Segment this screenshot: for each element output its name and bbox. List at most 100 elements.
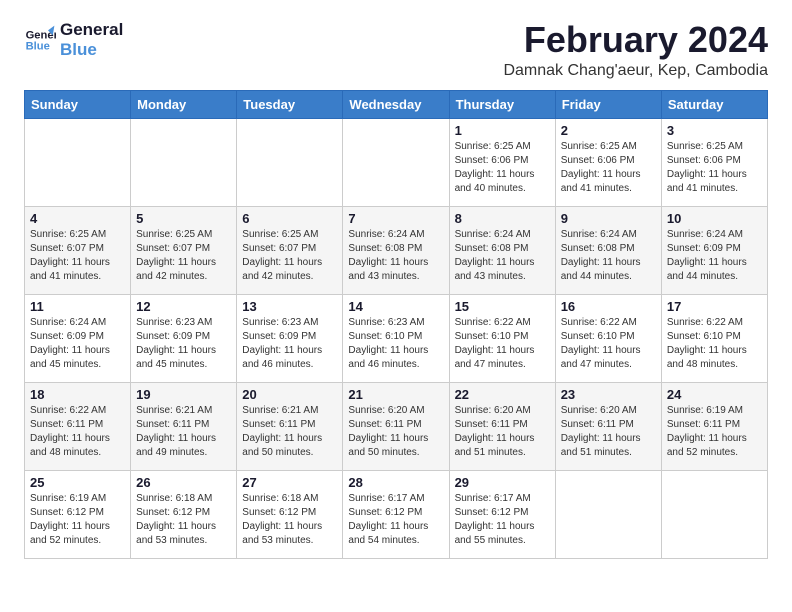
day-number: 6 <box>242 211 337 226</box>
calendar-week-4: 18 Sunrise: 6:22 AM Sunset: 6:11 PM Dayli… <box>25 382 768 470</box>
day-info: Sunrise: 6:24 AM Sunset: 6:09 PM Dayligh… <box>30 316 125 372</box>
calendar-day-22: 22 Sunrise: 6:20 AM Sunset: 6:11 PM Dayli… <box>449 382 555 470</box>
calendar-day-29: 29 Sunrise: 6:17 AM Sunset: 6:12 PM Dayli… <box>449 470 555 558</box>
calendar-day-13: 13 Sunrise: 6:23 AM Sunset: 6:09 PM Dayli… <box>237 294 343 382</box>
day-number: 25 <box>30 475 125 490</box>
calendar-day-1: 1 Sunrise: 6:25 AM Sunset: 6:06 PM Daylig… <box>449 118 555 206</box>
calendar-day-5: 5 Sunrise: 6:25 AM Sunset: 6:07 PM Daylig… <box>131 206 237 294</box>
day-number: 23 <box>561 387 656 402</box>
header-wednesday: Wednesday <box>343 90 449 118</box>
day-info: Sunrise: 6:18 AM Sunset: 6:12 PM Dayligh… <box>136 492 231 548</box>
day-number: 29 <box>455 475 550 490</box>
day-number: 10 <box>667 211 762 226</box>
calendar-day-2: 2Sunrise: 6:25 AM Sunset: 6:06 PM Daylig… <box>555 118 661 206</box>
day-number: 18 <box>30 387 125 402</box>
day-info: Sunrise: 6:19 AM Sunset: 6:11 PM Dayligh… <box>667 404 762 460</box>
day-info: Sunrise: 6:25 AM Sunset: 6:06 PM Dayligh… <box>455 140 550 196</box>
day-info: Sunrise: 6:23 AM Sunset: 6:09 PM Dayligh… <box>136 316 231 372</box>
day-number: 17 <box>667 299 762 314</box>
day-number: 9 <box>561 211 656 226</box>
day-info: Sunrise: 6:22 AM Sunset: 6:10 PM Dayligh… <box>455 316 550 372</box>
day-number: 22 <box>455 387 550 402</box>
day-info: Sunrise: 6:24 AM Sunset: 6:08 PM Dayligh… <box>561 228 656 284</box>
calendar-day-24: 24 Sunrise: 6:19 AM Sunset: 6:11 PM Dayli… <box>661 382 767 470</box>
calendar-day-7: 7Sunrise: 6:24 AM Sunset: 6:08 PM Daylig… <box>343 206 449 294</box>
day-info: Sunrise: 6:25 AM Sunset: 6:06 PM Dayligh… <box>561 140 656 196</box>
calendar-day-17: 17 Sunrise: 6:22 AM Sunset: 6:10 PM Dayli… <box>661 294 767 382</box>
day-number: 21 <box>348 387 443 402</box>
calendar-day-14: 14Sunrise: 6:23 AM Sunset: 6:10 PM Dayli… <box>343 294 449 382</box>
day-info: Sunrise: 6:18 AM Sunset: 6:12 PM Dayligh… <box>242 492 337 548</box>
day-number: 3 <box>667 123 762 138</box>
header-saturday: Saturday <box>661 90 767 118</box>
header-monday: Monday <box>131 90 237 118</box>
day-info: Sunrise: 6:17 AM Sunset: 6:12 PM Dayligh… <box>348 492 443 548</box>
day-number: 5 <box>136 211 231 226</box>
empty-cell <box>555 470 661 558</box>
header: General Blue General Blue February 2024 … <box>24 20 768 80</box>
day-info: Sunrise: 6:20 AM Sunset: 6:11 PM Dayligh… <box>455 404 550 460</box>
calendar-day-12: 12 Sunrise: 6:23 AM Sunset: 6:09 PM Dayli… <box>131 294 237 382</box>
logo-text-line1: General <box>60 20 123 40</box>
day-number: 4 <box>30 211 125 226</box>
empty-cell <box>131 118 237 206</box>
day-number: 7 <box>348 211 443 226</box>
day-number: 16 <box>561 299 656 314</box>
day-info: Sunrise: 6:22 AM Sunset: 6:10 PM Dayligh… <box>667 316 762 372</box>
empty-cell <box>343 118 449 206</box>
day-info: Sunrise: 6:22 AM Sunset: 6:11 PM Dayligh… <box>30 404 125 460</box>
logo-icon: General Blue <box>24 24 56 56</box>
day-info: Sunrise: 6:20 AM Sunset: 6:11 PM Dayligh… <box>561 404 656 460</box>
subtitle: Damnak Chang'aeur, Kep, Cambodia <box>503 62 768 80</box>
calendar-day-25: 25 Sunrise: 6:19 AM Sunset: 6:12 PM Dayli… <box>25 470 131 558</box>
day-info: Sunrise: 6:23 AM Sunset: 6:09 PM Dayligh… <box>242 316 337 372</box>
day-number: 20 <box>242 387 337 402</box>
calendar-day-8: 8 Sunrise: 6:24 AM Sunset: 6:08 PM Daylig… <box>449 206 555 294</box>
day-info: Sunrise: 6:21 AM Sunset: 6:11 PM Dayligh… <box>242 404 337 460</box>
day-number: 8 <box>455 211 550 226</box>
calendar-day-3: 3 Sunrise: 6:25 AM Sunset: 6:06 PM Daylig… <box>661 118 767 206</box>
day-info: Sunrise: 6:20 AM Sunset: 6:11 PM Dayligh… <box>348 404 443 460</box>
day-info: Sunrise: 6:25 AM Sunset: 6:06 PM Dayligh… <box>667 140 762 196</box>
day-number: 24 <box>667 387 762 402</box>
calendar-day-27: 27Sunrise: 6:18 AM Sunset: 6:12 PM Dayli… <box>237 470 343 558</box>
day-number: 12 <box>136 299 231 314</box>
day-number: 26 <box>136 475 231 490</box>
day-info: Sunrise: 6:23 AM Sunset: 6:10 PM Dayligh… <box>348 316 443 372</box>
calendar-day-19: 19Sunrise: 6:21 AM Sunset: 6:11 PM Dayli… <box>131 382 237 470</box>
calendar-day-28: 28 Sunrise: 6:17 AM Sunset: 6:12 PM Dayli… <box>343 470 449 558</box>
calendar-day-9: 9 Sunrise: 6:24 AM Sunset: 6:08 PM Daylig… <box>555 206 661 294</box>
day-number: 11 <box>30 299 125 314</box>
empty-cell <box>237 118 343 206</box>
logo-text-line2: Blue <box>60 40 123 60</box>
day-info: Sunrise: 6:17 AM Sunset: 6:12 PM Dayligh… <box>455 492 550 548</box>
calendar-day-6: 6Sunrise: 6:25 AM Sunset: 6:07 PM Daylig… <box>237 206 343 294</box>
header-thursday: Thursday <box>449 90 555 118</box>
calendar-day-21: 21 Sunrise: 6:20 AM Sunset: 6:11 PM Dayli… <box>343 382 449 470</box>
day-info: Sunrise: 6:24 AM Sunset: 6:09 PM Dayligh… <box>667 228 762 284</box>
day-info: Sunrise: 6:19 AM Sunset: 6:12 PM Dayligh… <box>30 492 125 548</box>
calendar-day-20: 20 Sunrise: 6:21 AM Sunset: 6:11 PM Dayli… <box>237 382 343 470</box>
calendar-week-2: 4 Sunrise: 6:25 AM Sunset: 6:07 PM Daylig… <box>25 206 768 294</box>
logo: General Blue General Blue <box>24 20 123 59</box>
calendar-day-16: 16 Sunrise: 6:22 AM Sunset: 6:10 PM Dayli… <box>555 294 661 382</box>
day-number: 1 <box>455 123 550 138</box>
day-number: 15 <box>455 299 550 314</box>
day-info: Sunrise: 6:25 AM Sunset: 6:07 PM Dayligh… <box>136 228 231 284</box>
calendar-header-row: SundayMondayTuesdayWednesdayThursdayFrid… <box>25 90 768 118</box>
day-info: Sunrise: 6:24 AM Sunset: 6:08 PM Dayligh… <box>455 228 550 284</box>
header-sunday: Sunday <box>25 90 131 118</box>
main-title: February 2024 <box>503 20 768 60</box>
day-number: 19 <box>136 387 231 402</box>
day-info: Sunrise: 6:22 AM Sunset: 6:10 PM Dayligh… <box>561 316 656 372</box>
calendar-week-1: 1 Sunrise: 6:25 AM Sunset: 6:06 PM Daylig… <box>25 118 768 206</box>
calendar-day-18: 18 Sunrise: 6:22 AM Sunset: 6:11 PM Dayli… <box>25 382 131 470</box>
calendar-day-15: 15 Sunrise: 6:22 AM Sunset: 6:10 PM Dayli… <box>449 294 555 382</box>
title-block: February 2024 Damnak Chang'aeur, Kep, Ca… <box>503 20 768 80</box>
empty-cell <box>661 470 767 558</box>
svg-text:Blue: Blue <box>26 40 50 52</box>
day-number: 28 <box>348 475 443 490</box>
calendar-day-11: 11 Sunrise: 6:24 AM Sunset: 6:09 PM Dayli… <box>25 294 131 382</box>
day-number: 13 <box>242 299 337 314</box>
header-friday: Friday <box>555 90 661 118</box>
